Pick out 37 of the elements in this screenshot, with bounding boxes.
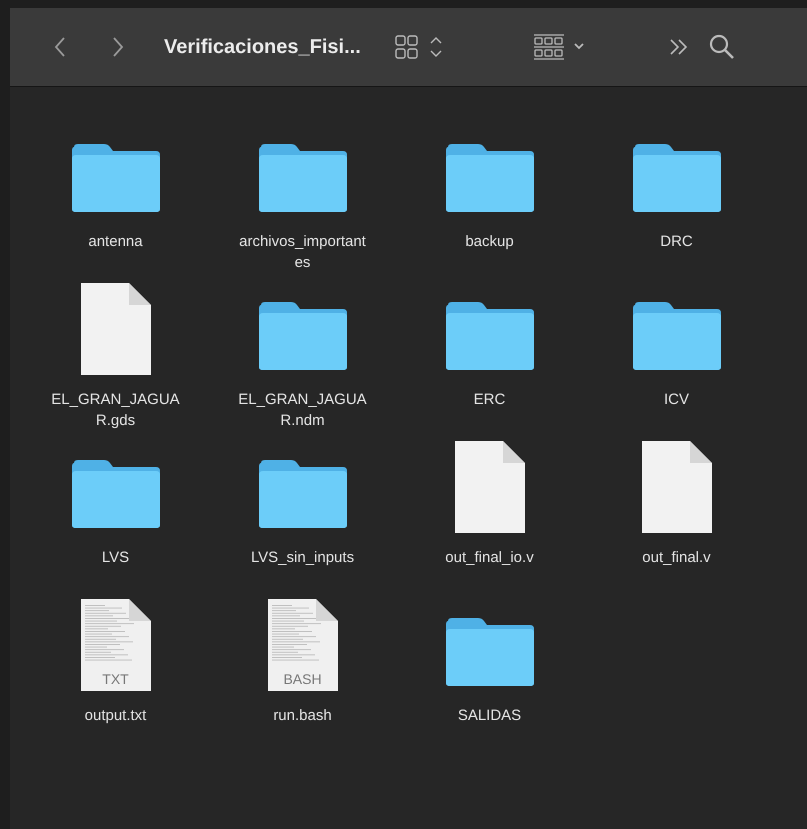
folder-icon[interactable] — [630, 143, 722, 213]
folder-icon[interactable] — [444, 143, 536, 213]
folder-icon[interactable] — [70, 143, 162, 213]
folder-icon[interactable] — [444, 301, 536, 371]
file-name: ICV — [664, 390, 689, 410]
file-name: LVS — [102, 548, 130, 568]
forward-icon[interactable] — [112, 36, 124, 58]
folder-icon[interactable] — [70, 459, 162, 529]
document-icon[interactable] — [452, 439, 526, 535]
overflow-chevron-icon[interactable] — [668, 38, 689, 56]
folder-icon[interactable] — [630, 301, 722, 371]
file-name: backup — [465, 232, 514, 252]
file-type-label: BASH — [282, 671, 323, 687]
folder-icon[interactable] — [444, 617, 536, 687]
file-name: EL_GRAN_JAGUAR.ndm — [237, 390, 368, 431]
file-name: ERC — [474, 390, 506, 410]
file-name: LVS_sin_inputs — [250, 548, 354, 568]
folder-icon[interactable] — [256, 301, 348, 371]
file-name: output.txt — [84, 706, 146, 726]
window-title: Verificaciones_Fisi... — [164, 36, 361, 58]
text-file-icon[interactable] — [78, 597, 152, 693]
document-icon[interactable] — [640, 439, 714, 535]
file-name: archivos_importantes — [238, 232, 367, 273]
folder-icon[interactable] — [256, 143, 348, 213]
back-icon[interactable] — [54, 36, 66, 58]
file-type-label: TXT — [101, 671, 130, 687]
file-name: antenna — [88, 232, 143, 252]
file-name: DRC — [660, 232, 693, 252]
file-name: run.bash — [273, 706, 332, 726]
file-name: out_final.v — [642, 548, 711, 568]
file-name: EL_GRAN_JAGUAR.gds — [50, 390, 181, 431]
file-name: SALIDAS — [458, 706, 522, 726]
text-file-icon[interactable] — [266, 597, 340, 693]
document-icon[interactable] — [78, 281, 152, 377]
folder-icon[interactable] — [256, 459, 348, 529]
file-name: out_final_io.v — [445, 548, 534, 568]
search-icon[interactable] — [708, 34, 735, 60]
